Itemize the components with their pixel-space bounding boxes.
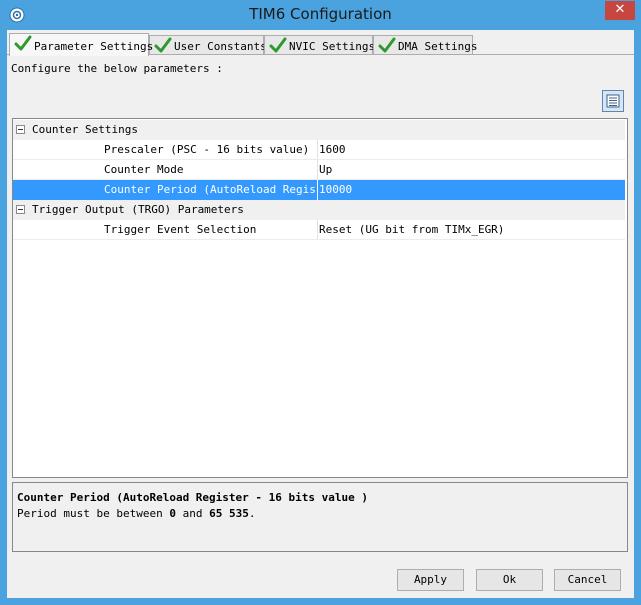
column-divider [317,180,318,200]
param-value[interactable]: Reset (UG bit from TIMx_EGR) [319,220,504,240]
param-value[interactable]: 10000 [319,180,352,200]
param-row-counter-mode[interactable]: Counter Mode Up [13,160,625,180]
collapse-icon[interactable] [16,125,25,134]
param-name: Prescaler (PSC - 16 bits value) [104,143,310,156]
description-suffix: . [248,507,256,520]
check-icon [378,37,396,53]
description-panel: Counter Period (AutoReload Register - 16… [12,482,628,552]
category-trigger-output[interactable]: Trigger Output (TRGO) Parameters [13,200,625,220]
close-button[interactable]: ✕ [605,1,635,20]
tab-nvic-settings[interactable]: NVIC Settings [264,35,376,55]
check-icon [14,35,32,51]
column-divider [317,160,318,180]
param-name: Trigger Event Selection [104,223,257,236]
description-prefix: Period must be between [17,507,170,520]
check-icon [269,37,287,53]
category-label: Trigger Output (TRGO) Parameters [32,203,244,216]
param-row-trigger-event[interactable]: Trigger Event Selection Reset (UG bit fr… [13,220,625,240]
close-icon: ✕ [614,2,626,17]
param-name: Counter Period (AutoReload Regis... [104,183,316,196]
param-row-prescaler[interactable]: Prescaler (PSC - 16 bits value) 1600 [13,140,625,160]
property-grid: Counter Settings Prescaler (PSC - 16 bit… [12,118,628,478]
tab-label: User Constants [174,40,267,53]
row-divider [13,239,625,240]
cancel-button[interactable]: Cancel [554,569,621,591]
categorized-view-button[interactable] [602,90,624,112]
range-min: 0 [169,507,176,520]
description-joiner: and [175,507,210,520]
param-row-counter-period[interactable]: Counter Period (AutoReload Regis... 1000… [13,180,625,200]
description-text: Period must be between 0 and 65 535. [17,507,255,520]
tab-user-constants[interactable]: User Constants [149,35,267,55]
check-icon [154,37,172,53]
title-bar[interactable]: TIM6 Configuration ✕ [0,0,641,30]
category-label: Counter Settings [32,123,138,136]
list-view-icon [606,94,620,108]
range-max: 65 535 [209,507,249,520]
config-window: TIM6 Configuration ✕ Parameter Settings … [0,0,641,605]
tab-parameter-settings[interactable]: Parameter Settings [9,33,153,56]
param-name: Counter Mode [104,163,184,176]
description-heading: Counter Period (AutoReload Register - 16… [17,491,368,504]
collapse-icon[interactable] [16,205,25,214]
dialog-body: Parameter Settings User Constants NVIC S… [7,30,634,598]
param-value[interactable]: 1600 [319,140,346,160]
column-divider [317,220,318,240]
window-title: TIM6 Configuration [249,5,392,23]
tab-label: NVIC Settings [289,40,376,53]
apply-button[interactable]: Apply [397,569,464,591]
tab-label: Parameter Settings [34,40,154,53]
ok-button[interactable]: Ok [476,569,543,591]
category-counter-settings[interactable]: Counter Settings [13,120,625,140]
column-divider [317,140,318,160]
param-value[interactable]: Up [319,160,332,180]
tab-dma-settings[interactable]: DMA Settings [373,35,477,55]
tab-label: DMA Settings [398,40,478,53]
intro-text: Configure the below parameters : [11,62,223,75]
